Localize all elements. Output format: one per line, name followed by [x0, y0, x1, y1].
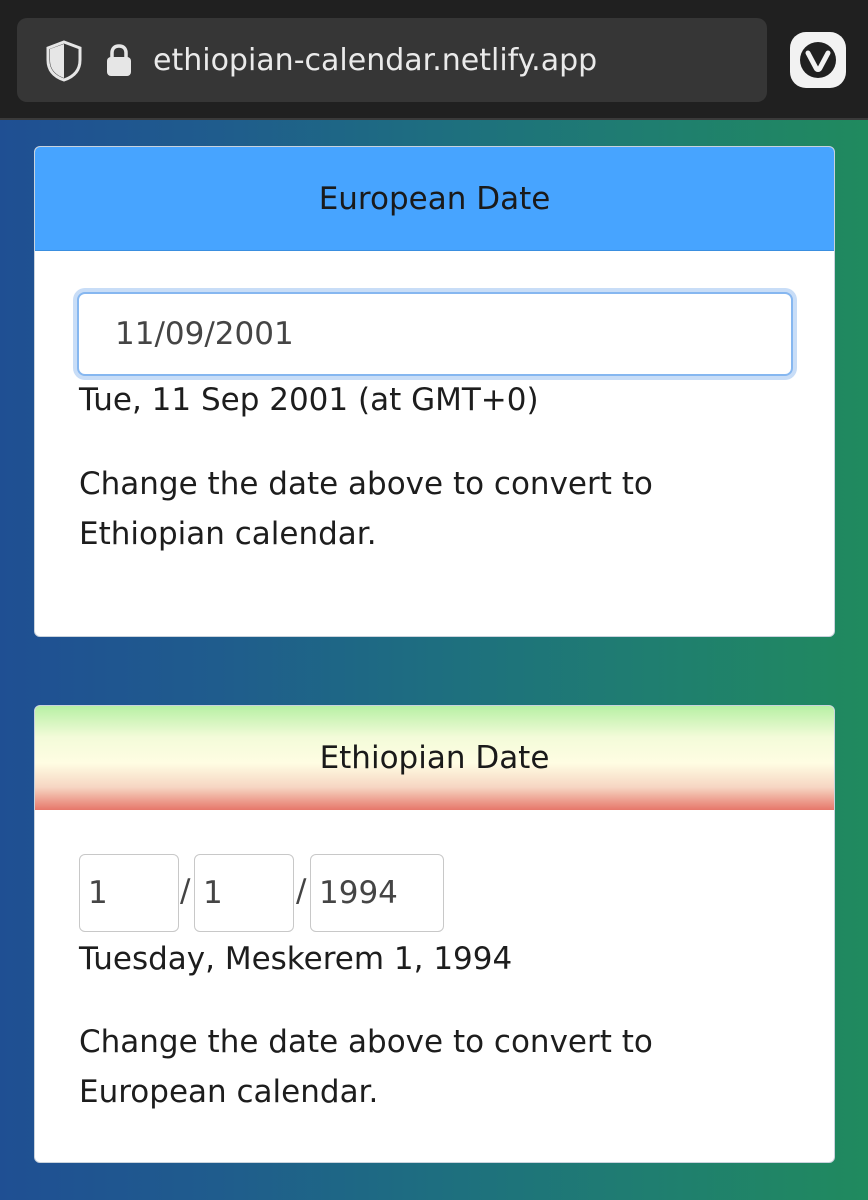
- ethiopian-help-text: Change the date above to convert to Euro…: [79, 1024, 653, 1110]
- european-date-result: Tue, 11 Sep 2001 (at GMT+0): [79, 382, 539, 418]
- date-separator: /: [180, 873, 191, 909]
- ethiopian-day-input[interactable]: 1: [79, 854, 179, 932]
- european-date-card: European Date 11/09/2001 Tue, 11 Sep 200…: [34, 146, 835, 637]
- date-separator: /: [296, 873, 307, 909]
- ethiopian-date-card: Ethiopian Date 1 / 1 / 1994 Tuesday, Mes…: [34, 705, 835, 1163]
- ethiopian-month-input[interactable]: 1: [194, 854, 294, 932]
- lock-icon: [107, 44, 131, 76]
- european-date-input[interactable]: 11/09/2001: [77, 292, 793, 376]
- address-bar[interactable]: ethiopian-calendar.netlify.app: [17, 18, 767, 102]
- ethiopian-date-result: Tuesday, Meskerem 1, 1994: [79, 941, 513, 977]
- ethiopian-date-header: Ethiopian Date: [35, 706, 834, 810]
- ethiopian-year-input[interactable]: 1994: [310, 854, 444, 932]
- shield-icon[interactable]: [45, 40, 83, 82]
- url-text[interactable]: ethiopian-calendar.netlify.app: [153, 40, 597, 82]
- vivaldi-icon[interactable]: [790, 32, 846, 88]
- european-date-header: European Date: [35, 147, 834, 251]
- european-help-text: Change the date above to convert to Ethi…: [79, 466, 653, 552]
- browser-toolbar: ethiopian-calendar.netlify.app: [0, 0, 868, 120]
